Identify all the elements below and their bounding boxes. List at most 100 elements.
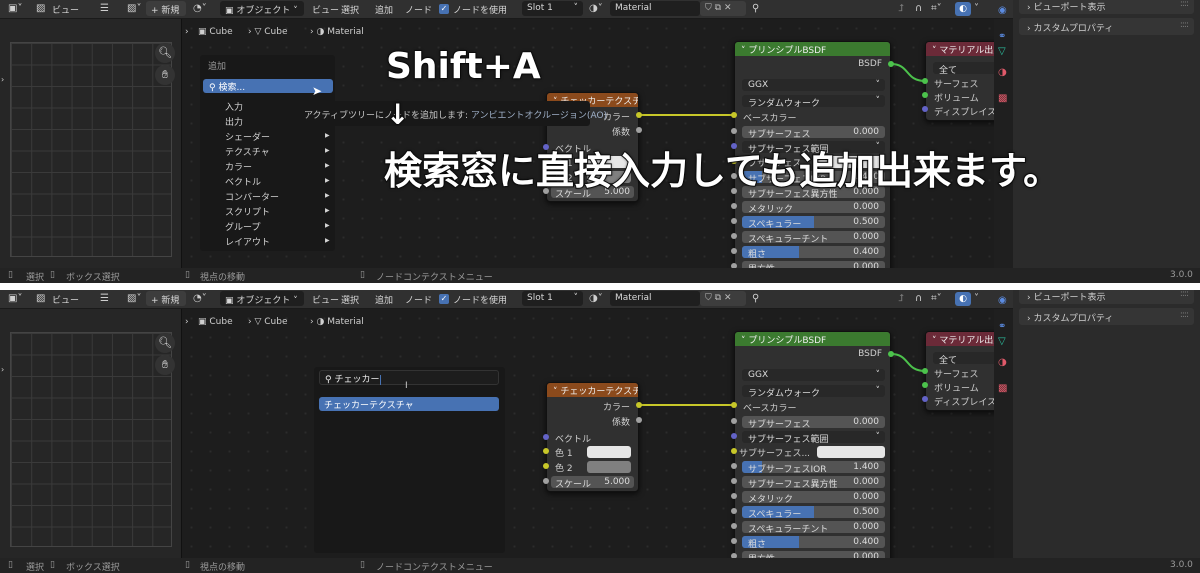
add-menu-item[interactable]: コンバーター ▶: [225, 190, 330, 203]
color1-swatch[interactable]: [587, 446, 631, 458]
add-menu-item[interactable]: レイアウト ▶: [225, 235, 330, 248]
output-node-header[interactable]: ˅ マテリアル出力: [926, 332, 1004, 346]
object-props-tab-icon[interactable]: ◉: [998, 5, 1007, 17]
status-select: 選択: [26, 563, 45, 573]
mouse-left-icon: ▯: [8, 560, 13, 570]
distribution-select[interactable]: GGX ˅: [742, 369, 885, 381]
principled-input-socket[interactable]: [731, 433, 737, 439]
texture-tab-icon[interactable]: ▩: [998, 383, 1007, 395]
principled-input-socket[interactable]: [731, 218, 737, 224]
principled-input-socket[interactable]: [731, 418, 737, 424]
material-tab-icon[interactable]: ◑: [998, 67, 1007, 79]
principled-input-socket[interactable]: [731, 128, 737, 134]
distribution-select[interactable]: GGX ˅: [742, 79, 885, 91]
socket-bsdf-out[interactable]: [888, 351, 894, 357]
principled-input-socket[interactable]: [731, 448, 737, 454]
principled-input-socket[interactable]: [731, 463, 737, 469]
socket-surface-in[interactable]: [922, 78, 928, 84]
socket-color1-in[interactable]: [543, 448, 549, 454]
custom-properties-section[interactable]: › カスタムプロパティ::::: [1019, 308, 1194, 325]
constraints-tab-icon[interactable]: ⚭: [998, 321, 1006, 333]
socket-surface-in[interactable]: [922, 368, 928, 374]
socket-fac-out[interactable]: [636, 417, 642, 423]
principled-input-socket[interactable]: [731, 538, 737, 544]
add-menu-item[interactable]: テクスチャ ▶: [225, 145, 330, 158]
principled-input-row[interactable]: メタリック 0.000: [742, 201, 885, 213]
principled-input-socket[interactable]: [731, 493, 737, 499]
socket-base-color-in[interactable]: [731, 402, 737, 408]
principled-bsdf-node[interactable]: ˅ プリンシプルBSDF BSDF GGX ˅ ランダムウォーク ˅ ベースカラー …: [734, 331, 891, 571]
color2-swatch[interactable]: [587, 461, 631, 473]
principled-input-row[interactable]: 粗さ 0.400: [742, 536, 885, 548]
viewport-display-section[interactable]: › ビューポート表示::::: [1019, 290, 1194, 304]
checker-scale-field[interactable]: スケール 5.000: [551, 476, 634, 488]
principled-input-row[interactable]: サブサーフェスIOR 1.400: [742, 461, 885, 473]
search-query: チェッカー: [334, 375, 380, 385]
socket-color-out[interactable]: [636, 112, 642, 118]
principled-input-socket[interactable]: [731, 508, 737, 514]
principled-input-row[interactable]: メタリック 0.000: [742, 491, 885, 503]
socket-vector-in[interactable]: [543, 434, 549, 440]
row-label: メタリック: [748, 205, 794, 213]
output-node-title: マテリアル出力: [939, 46, 1003, 56]
principled-input-socket[interactable]: [731, 523, 737, 529]
material-tab-icon[interactable]: ◑: [998, 357, 1007, 369]
principled-input-row[interactable]: サブサーフェス...: [735, 446, 890, 459]
viewport-display-section[interactable]: › ビューポート表示::::: [1019, 0, 1194, 14]
socket-displacement-in[interactable]: [922, 106, 928, 112]
checker-node-title: チェッカーテクスチャ: [560, 387, 638, 397]
principled-input-row[interactable]: スペキュラー 0.500: [742, 216, 885, 228]
principled-input-socket[interactable]: [731, 233, 737, 239]
add-menu-item[interactable]: グループ ▶: [225, 220, 330, 233]
subsurface-method-value: ランダムウォーク: [748, 389, 821, 399]
constraints-tab-icon[interactable]: ⚭: [998, 31, 1006, 43]
status-context-menu: ノードコンテクストメニュー: [376, 563, 493, 573]
principled-node-header[interactable]: ˅ プリンシプルBSDF: [735, 332, 890, 346]
socket-base-color-in[interactable]: [731, 112, 737, 118]
texture-tab-icon[interactable]: ▩: [998, 93, 1007, 105]
status-bar: ▯ 選択 ▯ ボックス選択 ▯ 視点の移動 ▯ ノードコンテクストメニュー 3.…: [0, 268, 1200, 283]
principled-input-row[interactable]: サブサーフェス範囲 ˅: [742, 431, 885, 445]
socket-volume-in[interactable]: [922, 382, 928, 388]
principled-input-row[interactable]: サブサーフェス 0.000: [742, 416, 885, 428]
socket-color-out[interactable]: [636, 402, 642, 408]
add-menu-item[interactable]: カラー ▶: [225, 160, 330, 173]
principled-node-header[interactable]: ˅ プリンシプルBSDF: [735, 42, 890, 56]
material-output-node[interactable]: ˅ マテリアル出力 全て サーフェス ボリューム ディスプレイスメント: [925, 41, 1005, 121]
checker-texture-node[interactable]: ˅ チェッカーテクスチャ カラー 係数 ベクトル 色 1 色 2 スケール 5.0…: [546, 382, 639, 492]
principled-input-row[interactable]: サブサーフェス異方性 0.000: [742, 476, 885, 488]
subsurface-color-swatch[interactable]: [817, 446, 885, 458]
color1-label: 色 1: [555, 449, 573, 459]
subsurface-method-select[interactable]: ランダムウォーク ˅: [742, 385, 885, 399]
add-menu-item[interactable]: 出力: [225, 115, 243, 128]
add-menu-item[interactable]: スクリプト ▶: [225, 205, 330, 218]
socket-volume-in[interactable]: [922, 92, 928, 98]
output-node-header[interactable]: ˅ マテリアル出力: [926, 42, 1004, 56]
checker-node-header[interactable]: ˅ チェッカーテクスチャ: [547, 383, 638, 397]
principled-input-socket[interactable]: [731, 478, 737, 484]
socket-displacement-in[interactable]: [922, 396, 928, 402]
socket-scale-in[interactable]: [543, 478, 549, 484]
search-input[interactable]: ⚲ チェッカー: [319, 370, 499, 385]
add-menu-item[interactable]: ベクトル ▶: [225, 175, 330, 188]
principled-input-row[interactable]: スペキュラーチント 0.000: [742, 231, 885, 243]
principled-input-socket[interactable]: [731, 203, 737, 209]
add-menu-item[interactable]: 入力: [225, 100, 243, 113]
principled-input-row[interactable]: 粗さ 0.400: [742, 246, 885, 258]
principled-input-row[interactable]: スペキュラー 0.500: [742, 506, 885, 518]
object-props-tab-icon[interactable]: ◉: [998, 295, 1007, 307]
socket-color2-in[interactable]: [543, 463, 549, 469]
search-result-item[interactable]: チェッカーテクスチャ: [319, 397, 499, 411]
socket-bsdf-out[interactable]: [888, 61, 894, 67]
row-label: サブサーフェス: [748, 130, 811, 138]
principled-input-row[interactable]: スペキュラーチント 0.000: [742, 521, 885, 533]
principled-input-socket[interactable]: [731, 248, 737, 254]
principled-input-row[interactable]: サブサーフェス 0.000: [742, 126, 885, 138]
material-output-node[interactable]: ˅ マテリアル出力 全て サーフェス ボリューム ディスプレイスメント: [925, 331, 1005, 411]
mesh-data-tab-icon[interactable]: ▽: [998, 46, 1006, 58]
custom-properties-section[interactable]: › カスタムプロパティ::::: [1019, 18, 1194, 35]
mesh-data-tab-icon[interactable]: ▽: [998, 336, 1006, 348]
socket-fac-out[interactable]: [636, 127, 642, 133]
subsurface-method-select[interactable]: ランダムウォーク ˅: [742, 95, 885, 109]
add-menu-item[interactable]: シェーダー ▶: [225, 130, 330, 143]
